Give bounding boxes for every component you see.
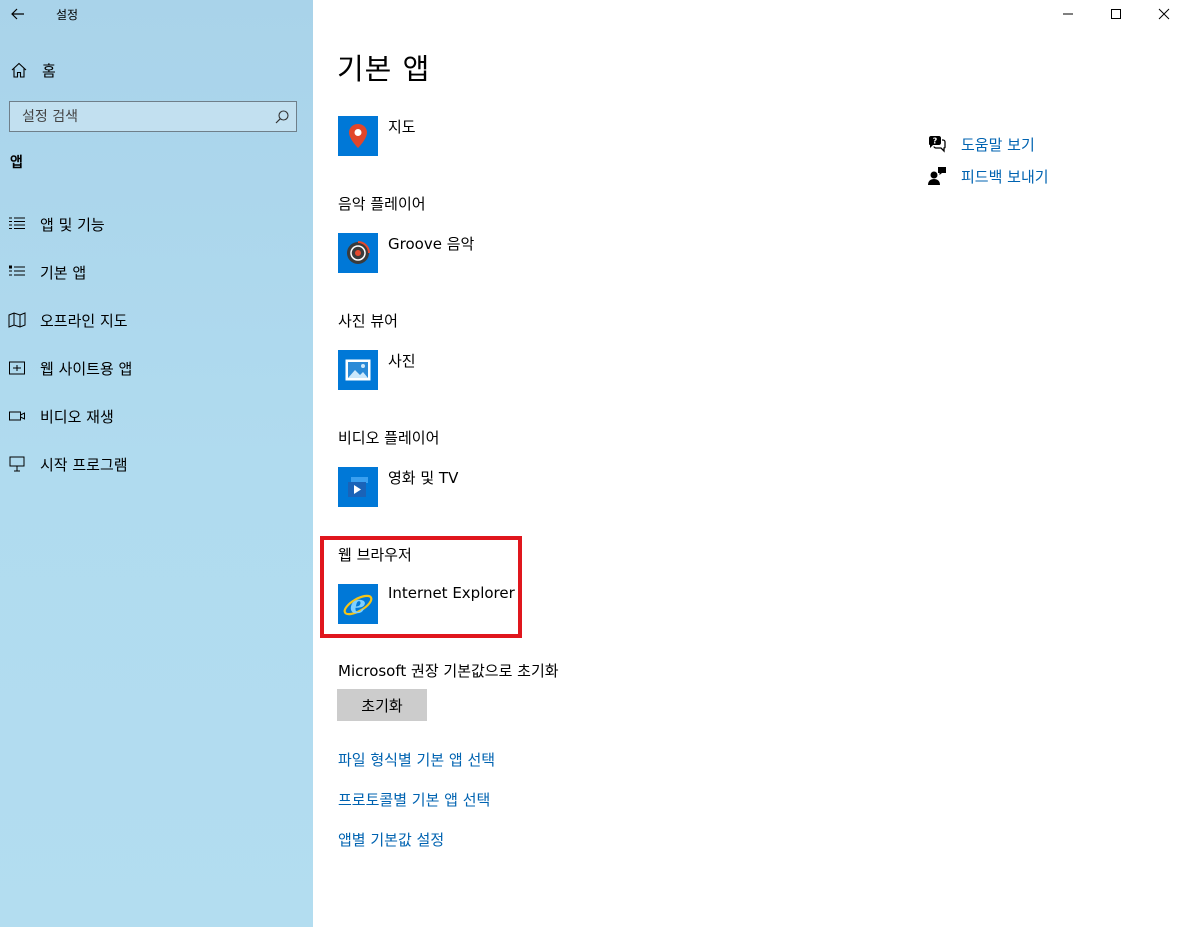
help-icon: ? [929,136,946,153]
link-choose-by-protocol[interactable]: 프로토콜별 기본 앱 선택 [338,789,490,810]
close-button[interactable] [1140,0,1188,28]
maximize-icon [1111,9,1121,19]
groove-icon [338,233,378,273]
feedback-link-label: 피드백 보내기 [961,167,1049,186]
sidebar: 설정 홈 앱 앱 및 기능 기본 앱 [0,0,313,927]
default-app-name: 지도 [388,118,416,136]
movies-tv-icon [338,467,378,507]
default-app-photos[interactable]: 사진 [338,350,416,390]
default-app-music[interactable]: Groove 음악 [338,233,474,273]
list-icon [9,217,25,229]
window-title: 설정 [56,8,79,22]
help-link[interactable]: ? 도움말 보기 [927,128,1049,160]
sidebar-item-video-playback[interactable]: 비디오 재생 [0,392,313,440]
default-app-name: 사진 [388,352,416,370]
startup-icon [9,456,25,472]
svg-text:?: ? [933,137,938,146]
video-icon [9,411,25,421]
group-label-video: 비디오 플레이어 [338,429,440,447]
reset-label: Microsoft 권장 기본값으로 초기화 [338,662,559,680]
highlight-box [320,536,522,638]
close-icon [1158,8,1170,20]
maximize-button[interactable] [1092,0,1140,28]
sidebar-item-label: 웹 사이트용 앱 [40,359,133,378]
related-links: ? 도움말 보기 피드백 보내기 [927,128,1049,192]
window-controls [1044,0,1188,28]
section-label-apps: 앱 [10,155,23,171]
default-app-name: Groove 음악 [388,235,475,253]
sidebar-item-label: 시작 프로그램 [40,455,128,474]
sidebar-item-label: 오프라인 지도 [40,311,128,330]
group-label-music: 음악 플레이어 [338,195,426,213]
sidebar-item-label: 앱 및 기능 [40,215,105,234]
maps-app-icon [338,116,378,156]
minimize-button[interactable] [1044,0,1092,28]
help-link-label: 도움말 보기 [961,135,1035,154]
title-bar: 설정 [0,0,313,28]
main-panel: 기본 앱 지도 음악 플레이어 Groove 음악 사진 뷰어 사진 비디오 플… [313,0,1188,927]
reset-button[interactable]: 초기화 [337,689,427,721]
link-set-defaults-by-app[interactable]: 앱별 기본값 설정 [338,829,444,850]
website-icon [9,361,25,375]
page-title: 기본 앱 [337,52,431,86]
sidebar-home-label: 홈 [42,61,56,80]
photos-icon [338,350,378,390]
sidebar-item-label: 기본 앱 [40,263,87,282]
map-icon [8,312,26,328]
default-apps-icon [9,265,25,276]
home-icon [11,62,27,78]
sidebar-item-websites-apps[interactable]: 웹 사이트용 앱 [0,344,313,392]
feedback-link[interactable]: 피드백 보내기 [927,160,1049,192]
search-icon[interactable] [274,109,290,125]
default-app-video[interactable]: 영화 및 TV [338,467,458,507]
arrow-left-icon [11,8,24,20]
sidebar-item-startup[interactable]: 시작 프로그램 [0,440,313,488]
default-app-maps[interactable]: 지도 [338,116,416,156]
feedback-icon [928,167,946,185]
back-button[interactable] [8,4,28,24]
sidebar-item-apps-features[interactable]: 앱 및 기능 [0,200,313,248]
sidebar-item-default-apps[interactable]: 기본 앱 [0,248,313,296]
search-input[interactable] [10,102,270,131]
default-app-name: 영화 및 TV [388,469,459,487]
sidebar-nav: 앱 및 기능 기본 앱 오프라인 지도 웹 사이트용 앱 비디오 재생 시작 프… [0,200,313,488]
sidebar-item-label: 비디오 재생 [40,407,114,426]
link-choose-by-file-type[interactable]: 파일 형식별 기본 앱 선택 [338,749,495,770]
sidebar-home[interactable]: 홈 [10,58,56,82]
group-label-photos: 사진 뷰어 [338,312,398,330]
sidebar-item-offline-maps[interactable]: 오프라인 지도 [0,296,313,344]
minimize-icon [1063,13,1073,15]
search-box[interactable] [9,101,297,132]
